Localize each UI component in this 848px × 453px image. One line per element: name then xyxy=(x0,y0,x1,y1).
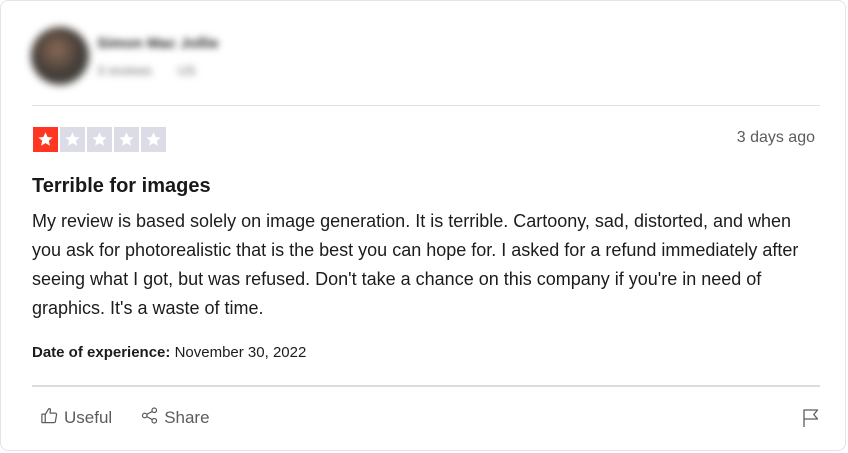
useful-button[interactable]: Useful xyxy=(40,406,112,430)
report-flag-button[interactable] xyxy=(800,407,822,429)
review-date: 3 days ago xyxy=(736,129,815,146)
share-button[interactable]: Share xyxy=(140,406,210,430)
star-empty-icon xyxy=(60,127,85,152)
review-body: My review is based solely on image gener… xyxy=(32,211,799,318)
flag-icon xyxy=(800,409,822,433)
review-card: Simon Mac Jollie 3 reviews US 3 days ago… xyxy=(0,0,846,451)
experience-label: Date of experience: xyxy=(32,344,171,361)
avatar[interactable] xyxy=(31,27,89,85)
review-actions: Useful Share xyxy=(40,406,210,430)
star-empty-icon xyxy=(141,127,166,152)
review-title[interactable]: Terrible for images xyxy=(32,175,211,198)
star-empty-icon xyxy=(114,127,139,152)
reviewer-meta: 3 reviews US xyxy=(97,63,218,78)
share-label: Share xyxy=(164,408,210,427)
thumbs-up-icon xyxy=(40,406,59,430)
divider xyxy=(32,385,820,387)
divider xyxy=(32,105,820,106)
star-filled-icon xyxy=(33,127,58,152)
star-empty-icon xyxy=(87,127,112,152)
reviewer-info[interactable]: Simon Mac Jollie 3 reviews US xyxy=(23,23,303,89)
reviewer-name[interactable]: Simon Mac Jollie xyxy=(97,35,219,52)
useful-label: Useful xyxy=(64,408,113,427)
star-rating xyxy=(33,127,166,152)
reviewer-review-count: 3 reviews xyxy=(97,63,152,78)
experience-date: November 30, 2022 xyxy=(174,344,307,361)
reviewer-country: US xyxy=(177,63,196,78)
share-icon xyxy=(140,406,159,430)
date-of-experience: Date of experience: November 30, 2022 xyxy=(32,344,306,361)
